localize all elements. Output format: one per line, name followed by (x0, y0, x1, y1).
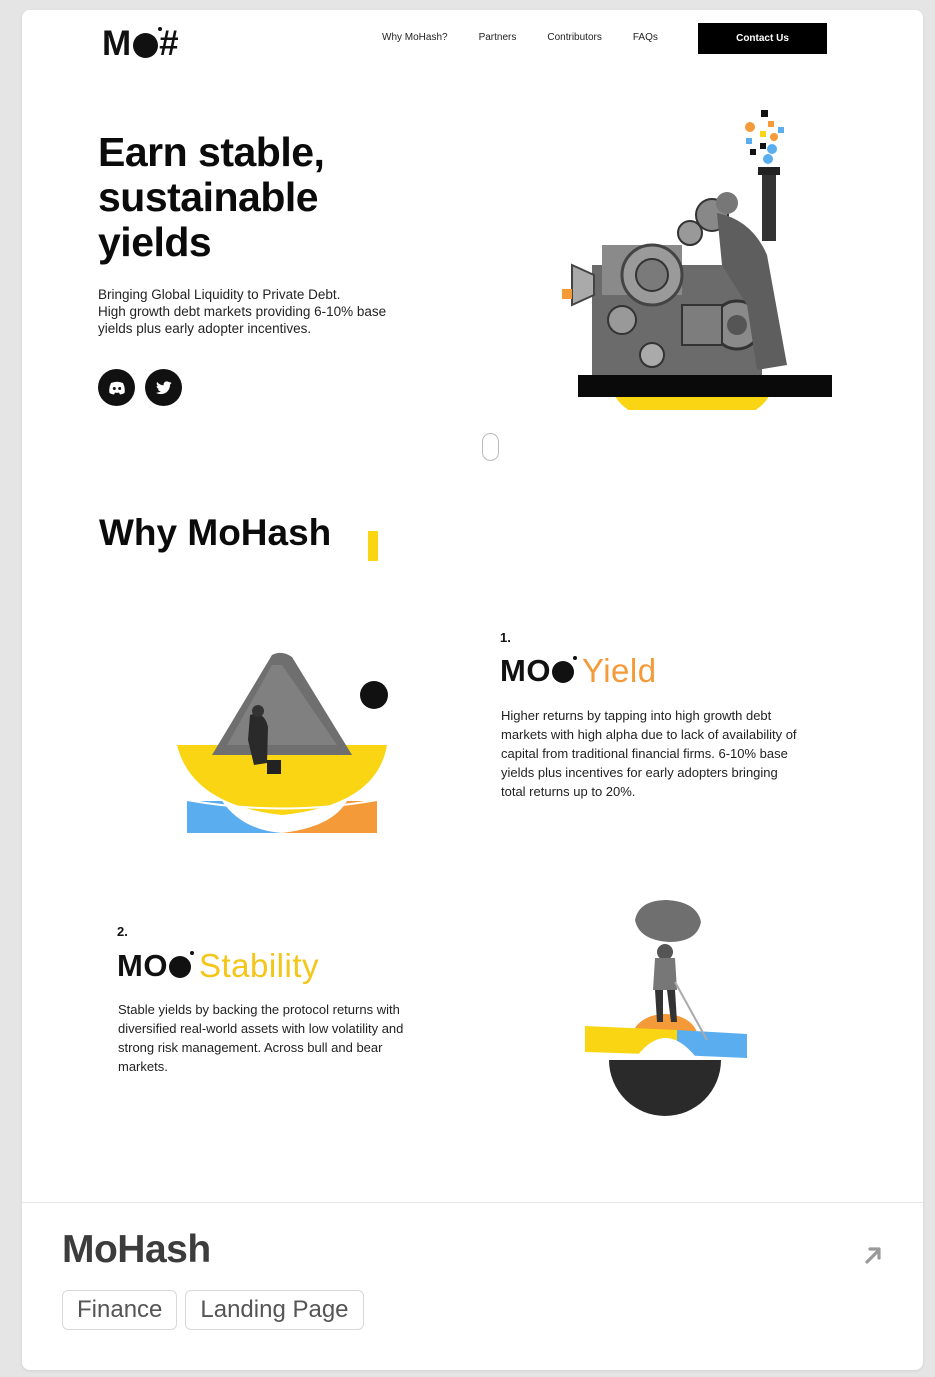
twitter-icon (155, 380, 171, 394)
mo-text: MO (117, 948, 168, 983)
mo-text: MO (500, 653, 551, 688)
hero-subtitle-line: yields plus early adopter incentives. (98, 321, 312, 336)
hero-subtitle: Bringing Global Liquidity to Private Deb… (98, 286, 458, 337)
feature-desc-line: total returns up to 20%. (501, 784, 636, 799)
feature-description-stability: Stable yields by backing the protocol re… (118, 1000, 443, 1076)
hero-title-line: Earn stable, (98, 129, 325, 175)
feature-number: 1. (500, 630, 511, 645)
site-preview[interactable]: M # Why MoHash? Partners Contributors FAQ… (22, 10, 923, 1202)
feature-desc-line: markets with high alpha due to lack of a… (501, 727, 797, 742)
hero-subtitle-line: High growth debt markets providing 6-10%… (98, 304, 387, 319)
nav-partners[interactable]: Partners (479, 32, 517, 43)
nav-faqs[interactable]: FAQs (633, 32, 658, 43)
nav-why-mohash[interactable]: Why MoHash? (382, 32, 448, 43)
card-divider (22, 1202, 923, 1203)
stability-illustration (585, 900, 747, 1116)
hero-machine-illustration (562, 110, 832, 410)
discord-icon (108, 381, 125, 394)
external-link-arrow-icon[interactable] (860, 1242, 886, 1268)
mo-dot-icon (551, 656, 577, 683)
feature-desc-line: strong risk management. Across bull and … (118, 1040, 383, 1055)
mo-mark: MO (117, 948, 194, 984)
feature-desc-line: Stable yields by backing the protocol re… (118, 1002, 400, 1017)
twitter-button[interactable] (145, 369, 182, 406)
discord-button[interactable] (98, 369, 135, 406)
feature-name-stability: Stability (198, 947, 319, 984)
feature-desc-line: Higher returns by tapping into high grow… (501, 708, 772, 723)
tag-landing-page[interactable]: Landing Page (185, 1290, 364, 1330)
scroll-indicator-icon (482, 433, 499, 461)
hero-title-line: sustainable (98, 174, 319, 220)
heading-accent-bar (368, 531, 378, 561)
mohash-logo[interactable]: M # (102, 24, 180, 64)
hero-title: Earn stable, sustainable yields (98, 129, 325, 265)
mo-dot-icon (168, 951, 194, 978)
logo-dot-icon (133, 26, 163, 58)
why-mohash-heading: Why MoHash (99, 512, 332, 553)
logo-hash: # (159, 24, 180, 63)
feature-name-yield: Yield (581, 652, 657, 689)
hero-subtitle-line: Bringing Global Liquidity to Private Deb… (98, 287, 341, 302)
feature-desc-line: markets. (118, 1059, 168, 1074)
top-nav: Why MoHash? Partners Contributors FAQs (382, 32, 658, 43)
contact-us-button[interactable]: Contact Us (698, 23, 827, 54)
tag-finance[interactable]: Finance (62, 1290, 178, 1330)
site-card[interactable]: M # Why MoHash? Partners Contributors FAQ… (22, 10, 923, 1370)
nav-contributors[interactable]: Contributors (547, 32, 601, 43)
tag-list: Finance Landing Page (62, 1290, 364, 1330)
feature-desc-line: capital from traditional financial firms… (501, 746, 788, 761)
feature-heading-yield: MO Yield (500, 652, 657, 690)
feature-desc-line: yields plus incentives for early adopter… (501, 765, 778, 780)
feature-number: 2. (117, 924, 128, 939)
mo-mark: MO (500, 653, 577, 689)
hero-title-line: yields (98, 219, 212, 265)
site-name[interactable]: MoHash (62, 1228, 211, 1272)
logo-m: M (102, 24, 133, 63)
yield-illustration (177, 652, 388, 833)
feature-description-yield: Higher returns by tapping into high grow… (501, 706, 826, 801)
feature-desc-line: diversified real-world assets with low v… (118, 1021, 404, 1036)
feature-heading-stability: MO Stability (117, 947, 319, 985)
